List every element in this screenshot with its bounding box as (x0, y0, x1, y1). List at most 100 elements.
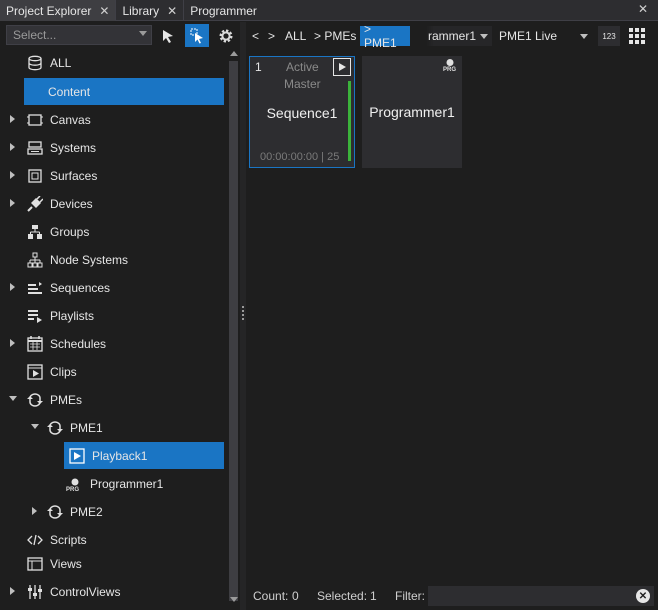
dropdown-value: rammer1 (428, 29, 477, 43)
expand-icon[interactable] (10, 171, 18, 181)
cursor-icon (163, 29, 173, 43)
tile-play-button[interactable] (333, 58, 351, 76)
live-dropdown[interactable]: PME1 Live (496, 26, 594, 46)
playback-tile[interactable]: 1 Active Master Sequence1 00:00:00:00 | … (249, 56, 355, 168)
tree-item-label: Canvas (50, 112, 91, 127)
tab-label: Programmer (190, 3, 257, 18)
expand-icon[interactable] (10, 339, 18, 349)
tree-item-controlviews[interactable]: ControlViews (0, 578, 228, 605)
tree-item-all[interactable]: ALL (0, 49, 228, 76)
tree-item-groups[interactable]: Groups (0, 218, 228, 245)
tree-item-label: Groups (50, 224, 90, 239)
tab-label: Library (122, 3, 160, 18)
tree-item-label: Programmer1 (90, 476, 164, 491)
tree-item-pmes[interactable]: PMEs (0, 386, 228, 413)
tree-item-surfaces[interactable]: Surfaces (0, 162, 228, 189)
scroll-down-icon[interactable] (230, 597, 238, 602)
tree-item-content[interactable]: Content (24, 78, 224, 105)
tree-item-node-systems[interactable]: Node Systems (0, 246, 228, 273)
expand-icon[interactable] (10, 283, 18, 293)
scrollbar-thumb[interactable] (229, 61, 238, 601)
tree-item-playlists[interactable]: Playlists (0, 302, 228, 329)
programmer-icon: PRG (66, 476, 84, 493)
close-icon[interactable]: ✕ (167, 4, 177, 18)
select-dropdown[interactable]: Select... (6, 25, 152, 45)
tree-item-label: Clips (50, 364, 77, 379)
tile-role: Master (284, 77, 321, 91)
tree-item-label: Views (50, 556, 82, 571)
play-icon (68, 447, 86, 464)
tree-item-schedules[interactable]: Schedules (0, 330, 228, 357)
back-button[interactable]: < (248, 26, 263, 46)
explorer-tree: ALL Content Canvas Systems Surfaces Devi… (0, 49, 228, 609)
pointer-tool-button[interactable] (156, 24, 180, 47)
tree-item-programmer1[interactable]: PRG Programmer1 (0, 470, 228, 497)
chevron-down-icon (580, 34, 588, 39)
tab-library[interactable]: Library ✕ (116, 0, 185, 21)
tree-item-clips[interactable]: Clips (0, 358, 228, 385)
scroll-up-icon[interactable] (230, 51, 238, 56)
tree-item-playback1[interactable]: Playback1 (64, 442, 224, 469)
expand-icon[interactable] (10, 587, 18, 597)
grip-icon (242, 306, 244, 320)
tile-name: Programmer1 (369, 104, 455, 120)
tab-bar: Project Explorer ✕ Library ✕ Programmer … (0, 0, 658, 21)
window-close-icon[interactable]: ✕ (638, 2, 648, 16)
tree-item-label: ControlViews (50, 584, 121, 599)
tree-item-views[interactable]: Views (0, 550, 228, 577)
tree-item-systems[interactable]: Systems (0, 134, 228, 161)
tree-item-label: ALL (50, 55, 72, 70)
breadcrumb-pmes[interactable]: > PMEs (310, 26, 360, 46)
level-bar (348, 81, 351, 161)
select-tool-button[interactable] (185, 24, 209, 47)
explorer-toolbar: Select... (0, 22, 243, 48)
forward-button[interactable]: > (264, 26, 279, 46)
tree-item-canvas[interactable]: Canvas (0, 106, 228, 133)
expand-icon[interactable] (10, 143, 18, 153)
status-bar: Count: 0 Selected: 1 Filter: ✕ (246, 582, 658, 610)
tab-programmer[interactable]: Programmer (184, 0, 263, 21)
tree-item-scripts[interactable]: Scripts (0, 526, 228, 553)
chevron-down-icon (139, 31, 147, 36)
tree-scrollbar[interactable] (228, 49, 239, 610)
collapse-icon[interactable] (31, 424, 39, 434)
tile-timecode: 00:00:00:00 | 25 (260, 151, 340, 163)
collapse-icon[interactable] (9, 396, 17, 406)
tree-item-label: Scripts (50, 532, 87, 547)
breadcrumb-all[interactable]: ALL (281, 26, 310, 46)
tree-item-label: Systems (50, 140, 97, 155)
clips-icon (26, 363, 44, 380)
clear-icon[interactable]: ✕ (636, 589, 650, 603)
expand-icon[interactable] (10, 199, 18, 209)
tree-item-label: Devices (50, 196, 93, 211)
chevron-down-icon (480, 34, 488, 39)
tree-item-pme1[interactable]: PME1 (0, 414, 228, 441)
expand-icon[interactable] (10, 115, 18, 125)
select-placeholder: Select... (13, 28, 57, 42)
tree-item-pme2[interactable]: PME2 (0, 498, 228, 525)
playlists-icon (26, 308, 44, 324)
node-systems-icon (26, 252, 44, 268)
prg-badge: PRG (66, 486, 80, 493)
programmer-icon: PRG (442, 58, 458, 74)
filter-input[interactable]: ✕ (428, 586, 654, 606)
grid-view-button[interactable] (626, 26, 648, 46)
close-icon[interactable]: ✕ (99, 4, 109, 18)
programmer-dropdown[interactable]: rammer1 (420, 26, 492, 46)
numeric-toggle-button[interactable]: 123 (598, 26, 620, 46)
programmer-tile[interactable]: PRG Programmer1 (362, 56, 462, 168)
breadcrumb-pme1[interactable]: > PME1 (360, 22, 410, 50)
database-icon (26, 55, 44, 71)
expand-icon[interactable] (32, 507, 40, 517)
tab-project-explorer[interactable]: Project Explorer ✕ (0, 0, 117, 21)
settings-button[interactable] (214, 24, 238, 47)
breadcrumb: < > ALL > PMEs > PME1 rammer1 PME1 Live … (246, 22, 658, 50)
numeric-toggle-label: 123 (602, 31, 616, 41)
loop-icon (46, 420, 64, 436)
content-panel: < > ALL > PMEs > PME1 rammer1 PME1 Live … (246, 22, 658, 610)
tree-item-sequences[interactable]: Sequences (0, 274, 228, 301)
tree-item-label: Content (48, 84, 91, 99)
tile-state: Active (286, 60, 319, 74)
tree-item-devices[interactable]: Devices (0, 190, 228, 217)
sliders-icon (26, 584, 44, 600)
